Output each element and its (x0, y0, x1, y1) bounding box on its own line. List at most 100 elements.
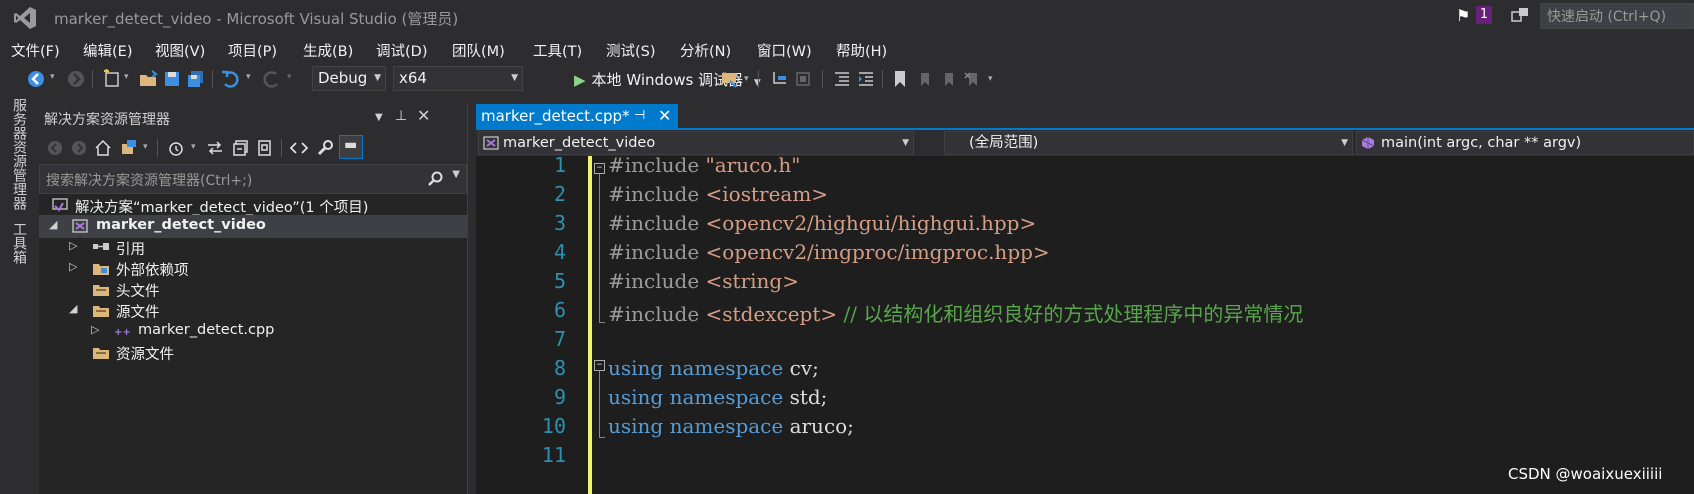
undo-dropdown-icon[interactable]: ▾ (246, 72, 251, 82)
forward-icon[interactable] (69, 138, 89, 158)
preprocessor-token: #include (608, 156, 706, 177)
tree-item-source-files[interactable]: ◢ 源文件 (39, 299, 467, 322)
menu-tools[interactable]: 工具(T) (533, 40, 582, 61)
new-project-icon[interactable] (102, 69, 122, 89)
redo-icon[interactable] (262, 69, 282, 89)
close-icon[interactable]: ✕ (417, 106, 430, 125)
type-scope-select[interactable]: (全局范围) ▼ (944, 131, 1353, 155)
feedback-icon[interactable] (1510, 6, 1530, 26)
pin-icon[interactable]: ⊥ (395, 108, 407, 124)
solution-search-input[interactable]: 搜索解决方案资源管理器(Ctrl+;) ▼ (39, 164, 467, 194)
menu-edit[interactable]: 编辑(E) (83, 40, 132, 61)
views-dropdown-icon[interactable]: ▾ (143, 142, 148, 152)
next-bookmark-icon[interactable] (938, 69, 958, 89)
menu-help[interactable]: 帮助(H) (836, 40, 887, 61)
close-tab-icon[interactable]: ✕ (658, 104, 671, 128)
toolbar-separator (281, 139, 282, 157)
collapse-all-icon[interactable] (231, 138, 251, 158)
search-options-icon[interactable]: ▼ (452, 169, 460, 180)
attach-dropdown-icon[interactable]: ▾ (744, 74, 749, 84)
switch-views-icon[interactable] (119, 138, 139, 158)
menu-team[interactable]: 团队(M) (452, 40, 505, 61)
code-line: #include <string> (608, 269, 799, 293)
project-scope-select[interactable]: marker_detect_video ▼ (478, 131, 914, 155)
notification-count-badge[interactable]: 1 (1476, 6, 1492, 24)
type-scope-value: (全局范围) (969, 135, 1039, 151)
menu-test[interactable]: 测试(S) (606, 40, 656, 61)
member-scope-select[interactable]: main(int argc, char ** argv) (1356, 131, 1694, 155)
expanded-arrow-icon[interactable]: ◢ (69, 302, 77, 315)
collapse-region-icon[interactable]: − (594, 163, 605, 174)
tree-item-references[interactable]: ▷ 引用 (39, 236, 467, 259)
toolbar-options-icon[interactable]: ▾ (988, 74, 993, 84)
home-icon[interactable] (93, 138, 113, 158)
code-editor-pane: marker_detect.cpp* ⊣ ✕ marker_detect_vid… (476, 104, 1694, 494)
line-number: 10 (541, 414, 566, 438)
toolbox-tab[interactable]: 工具箱 (9, 222, 29, 264)
tree-item-resource-files[interactable]: 资源文件 (39, 341, 467, 364)
line-number: 3 (553, 211, 566, 235)
attach-process-icon[interactable] (720, 69, 740, 89)
code-text-area[interactable]: − − 1 2 3 4 5 6 7 8 9 10 11 #include "ar… (476, 156, 1694, 494)
server-explorer-tab[interactable]: 服务器资源管理器 (9, 98, 29, 210)
toolbar-separator (212, 70, 213, 88)
solution-config-select[interactable]: Debug ▼ (312, 66, 386, 91)
document-tab-marker-detect-cpp[interactable]: marker_detect.cpp* ⊣ ✕ (476, 104, 678, 128)
tree-item-solution[interactable]: 解决方案“marker_detect_video”(1 个项目) (39, 194, 467, 217)
preprocessor-token: #include (608, 182, 706, 206)
notification-flag-icon[interactable]: ⚑ (1456, 6, 1470, 25)
line-number: 2 (553, 182, 566, 206)
search-icon[interactable] (428, 171, 444, 187)
bookmark-icon[interactable] (890, 69, 910, 89)
back-icon[interactable] (45, 138, 65, 158)
save-all-icon[interactable] (186, 69, 206, 89)
collapsed-arrow-icon[interactable]: ▷ (69, 260, 77, 273)
step-into-icon[interactable] (770, 69, 790, 89)
open-file-icon[interactable] (138, 69, 158, 89)
tree-item-project[interactable]: ◢ marker_detect_video (39, 215, 467, 238)
show-all-files-icon[interactable] (255, 138, 275, 158)
collapsed-arrow-icon[interactable]: ▷ (69, 239, 77, 252)
menu-debug[interactable]: 调试(D) (376, 40, 427, 61)
menu-view[interactable]: 视图(V) (155, 40, 205, 61)
preview-selected-items-button[interactable]: ▬ (339, 135, 363, 159)
menu-build[interactable]: 生成(B) (303, 40, 353, 61)
chevron-down-icon: ▼ (511, 73, 518, 83)
expanded-arrow-icon[interactable]: ◢ (49, 218, 57, 231)
code-line: using namespace cv; (608, 356, 819, 380)
menu-analyze[interactable]: 分析(N) (680, 40, 731, 61)
tree-item-header-files[interactable]: 头文件 (39, 278, 467, 301)
solution-icon (52, 198, 68, 212)
step-over-icon[interactable] (794, 69, 814, 89)
pending-changes-filter-icon[interactable] (167, 138, 187, 158)
quick-launch-input[interactable]: 快速启动 (Ctrl+Q) (1540, 3, 1694, 29)
undo-icon[interactable] (220, 69, 240, 89)
toolbar-separator (92, 70, 93, 88)
fold-guide-line (599, 371, 600, 437)
indent-icon[interactable] (856, 69, 876, 89)
collapsed-arrow-icon[interactable]: ▷ (91, 323, 99, 336)
menu-file[interactable]: 文件(F) (11, 40, 60, 61)
panel-options-icon[interactable]: ▼ (375, 112, 383, 123)
properties-wrench-icon[interactable] (315, 138, 335, 158)
pin-tab-icon[interactable]: ⊣ (634, 104, 645, 128)
solution-platform-select[interactable]: x64 ▼ (393, 66, 523, 91)
preview-icon: ▬ (344, 137, 358, 153)
collapse-region-icon[interactable]: − (594, 360, 605, 371)
view-code-icon[interactable] (289, 138, 309, 158)
navigate-forward-icon[interactable] (66, 69, 86, 89)
navigate-back-icon[interactable] (26, 69, 46, 89)
back-dropdown-icon[interactable]: ▾ (50, 72, 55, 82)
sync-active-document-icon[interactable] (205, 138, 225, 158)
prev-bookmark-icon[interactable] (914, 69, 934, 89)
menu-window[interactable]: 窗口(W) (757, 40, 812, 61)
redo-dropdown-icon[interactable]: ▾ (287, 72, 292, 82)
tree-item-external-deps[interactable]: ▷ 外部依赖项 (39, 257, 467, 280)
menu-project[interactable]: 项目(P) (228, 40, 277, 61)
save-icon[interactable] (162, 69, 182, 89)
new-dropdown-icon[interactable]: ▾ (124, 72, 129, 82)
clear-bookmarks-icon[interactable] (962, 69, 982, 89)
tree-item-cpp-file[interactable]: ▷ ++ marker_detect.cpp (39, 320, 467, 343)
filter-dropdown-icon[interactable]: ▾ (191, 142, 196, 152)
outdent-icon[interactable] (832, 69, 852, 89)
